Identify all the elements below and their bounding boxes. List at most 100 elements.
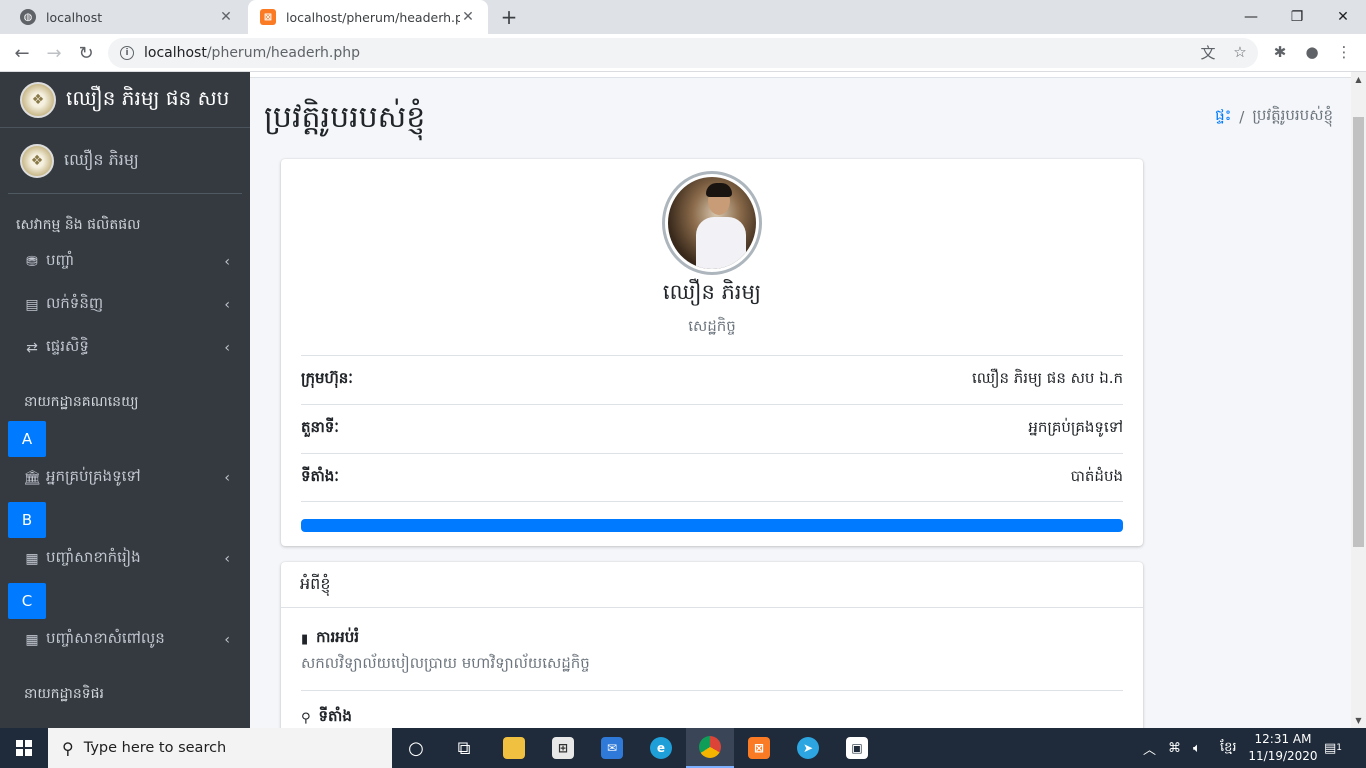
- user-name: ឈឿន ភិរម្យ: [64, 149, 139, 169]
- education-block: ▮ ការអប់រំ សកលវិទ្យាល័យបៀលប្រាយ មហាវិទ្យ…: [301, 608, 1123, 691]
- profile-card: ឈឿន ភិរម្យ សេដ្ឋកិច្ច ក្រុមហ៊ុនៈ ឈឿន ភិរ…: [281, 159, 1143, 546]
- content-wrapper: ប្រវត្តិរូបរបស់ខ្ញុំ ផ្ទះ / ប្រវត្តិរូបរ…: [250, 72, 1351, 728]
- profile-icon[interactable]: ●: [1300, 40, 1324, 64]
- breadcrumb: ផ្ទះ / ប្រវត្តិរូបរបស់ខ្ញុំ: [1215, 106, 1333, 128]
- nav-item-label: បញ្ចាំសាខាសំពៅលូន: [46, 629, 165, 647]
- back-button[interactable]: ←: [10, 41, 34, 65]
- windows-icon: [16, 740, 32, 756]
- globe-icon: ◍: [20, 9, 36, 25]
- chevron-left-icon: ‹: [224, 632, 230, 648]
- app-icon[interactable]: ▣: [833, 728, 881, 768]
- extensions-icon[interactable]: ✱: [1268, 40, 1292, 64]
- menu-icon[interactable]: ⋮: [1332, 40, 1356, 64]
- nav-item-general-manager[interactable]: 🏛 អ្នកគ្រប់គ្រងទូទៅ ‹: [0, 457, 250, 499]
- tray-chevron-icon[interactable]: ︿: [1143, 728, 1156, 768]
- forward-button[interactable]: →: [42, 41, 66, 65]
- education-title: ការអប់រំ: [316, 628, 360, 646]
- taskbar-search[interactable]: ⚲ Type here to search: [48, 728, 392, 768]
- minimize-button[interactable]: —: [1228, 0, 1274, 34]
- info-row-company: ក្រុមហ៊ុនៈ ឈឿន ភិរម្យ ផន សប ឯ.ក: [301, 355, 1123, 404]
- breadcrumb-home-link[interactable]: ផ្ទះ: [1215, 106, 1231, 128]
- close-icon[interactable]: ✕: [218, 9, 234, 25]
- store-icon: ▤: [25, 296, 39, 313]
- info-key: ទីតាំងៈ: [301, 466, 339, 485]
- nav-item-pawn[interactable]: ⛃ បញ្ចាំ ‹: [0, 240, 250, 283]
- info-row-location: ទីតាំងៈ បាត់ដំបង: [301, 453, 1123, 502]
- chevron-left-icon: ‹: [224, 551, 230, 567]
- store-app-icon[interactable]: ⊞: [539, 728, 587, 768]
- search-icon: ⚲: [62, 738, 74, 758]
- exchange-icon: ⇄: [26, 339, 38, 356]
- clock-date: 11/19/2020: [1248, 749, 1318, 763]
- mail-icon[interactable]: ✉: [588, 728, 636, 768]
- profile-info-list: ក្រុមហ៊ុនៈ ឈឿន ភិរម្យ ផន សប ឯ.ក តួនាទីៈ …: [301, 355, 1123, 502]
- new-tab-button[interactable]: +: [498, 6, 520, 28]
- info-value: អ្នកគ្រប់គ្រងទូទៅ: [1028, 418, 1123, 436]
- education-text: សកលវិទ្យាល័យបៀលប្រាយ មហាវិទ្យាល័យសេដ្ឋកិ…: [301, 654, 590, 672]
- close-icon[interactable]: ✕: [460, 9, 476, 25]
- address-bar[interactable]: i localhost/pherum/headerh.php: [108, 38, 1258, 68]
- browser-tabbar: ◍ localhost ✕ ⊠ localhost/pherum/headerh…: [0, 0, 1366, 34]
- user-panel[interactable]: ❖ ឈឿន ភិរម្យ: [8, 128, 242, 194]
- scroll-down-icon[interactable]: ▼: [1351, 713, 1366, 728]
- brand-link[interactable]: ❖ ឈឿន ភិរម្យ ផន សប: [0, 72, 250, 128]
- volume-icon[interactable]: 🔈︎: [1193, 728, 1201, 768]
- coins-icon: ⛃: [26, 253, 38, 270]
- reload-button[interactable]: ↻: [74, 41, 98, 65]
- nav-item-branch-kamrieng[interactable]: ▦ បញ្ចាំសាខាកំរៀង ‹: [0, 538, 250, 580]
- about-header: អំពីខ្ញុំ: [281, 562, 1143, 608]
- nav-header-accounting: នាយកដ្ឋានគណនេយ្យ: [24, 393, 139, 410]
- clock-time: 12:31 AM: [1254, 732, 1312, 746]
- cortana-icon[interactable]: ○: [392, 728, 440, 768]
- nav-item-transfer[interactable]: ⇄ ផ្ទេរសិទ្ធិ ‹: [0, 326, 250, 369]
- scroll-up-icon[interactable]: ▲: [1351, 72, 1366, 87]
- start-button[interactable]: [0, 728, 48, 768]
- xampp-app-icon[interactable]: ⊠: [735, 728, 783, 768]
- language-indicator[interactable]: ខ្មែរ: [1220, 728, 1237, 768]
- nav-item-label: ផ្ទេរសិទ្ធិ: [46, 336, 89, 355]
- nav-header-marketing: នាយកដ្ឋានទិផរ: [24, 685, 104, 702]
- brand-text: ឈឿន ភិរម្យ ផន សប: [66, 85, 230, 110]
- building-icon: ▦: [25, 551, 39, 567]
- tab-title: localhost/pherum/headerh.php: [286, 9, 460, 25]
- star-icon[interactable]: ☆: [1228, 40, 1252, 64]
- map-marker-icon: ⚲: [301, 710, 311, 726]
- browser-toolbar: ← → ↻ i localhost/pherum/headerh.php 文 ☆…: [0, 34, 1366, 72]
- page-scrollbar[interactable]: ▲ ▼: [1351, 72, 1366, 728]
- chevron-left-icon: ‹: [224, 470, 230, 486]
- letter-button-a[interactable]: A: [8, 421, 46, 457]
- building-icon: ▦: [25, 632, 39, 648]
- location-title: ទីតាំង: [318, 707, 352, 725]
- restore-button[interactable]: ❐: [1274, 0, 1320, 34]
- taskbar: ⚲ Type here to search ○ ⧉ ⊞ ✉ e ⊠ ➤ ▣ ︿ …: [0, 728, 1366, 768]
- info-icon[interactable]: i: [120, 46, 134, 60]
- user-avatar: ❖: [20, 143, 54, 178]
- browser-tab-localhost[interactable]: ◍ localhost ✕: [8, 0, 246, 34]
- scroll-thumb[interactable]: [1353, 117, 1364, 547]
- location-block: ⚲ ទីតាំង: [301, 691, 1123, 728]
- notification-icon[interactable]: ▤ 1: [1324, 728, 1342, 768]
- file-explorer-icon[interactable]: [490, 728, 538, 768]
- edge-icon[interactable]: e: [637, 728, 685, 768]
- close-window-button[interactable]: ✕: [1320, 0, 1366, 34]
- url-text: localhost/pherum/headerh.php: [144, 45, 360, 61]
- network-icon[interactable]: ⌘: [1168, 728, 1181, 768]
- letter-button-c[interactable]: C: [8, 583, 46, 619]
- chevron-left-icon: ‹: [224, 296, 230, 313]
- letter-button-b[interactable]: B: [8, 502, 46, 538]
- chrome-icon[interactable]: [686, 728, 734, 768]
- bank-icon: 🏛: [23, 470, 41, 486]
- telegram-icon[interactable]: ➤: [784, 728, 832, 768]
- profile-role: សេដ្ឋកិច្ច: [688, 317, 736, 335]
- profile-avatar: [662, 171, 762, 275]
- tab-title: localhost: [46, 9, 103, 25]
- sidebar: ❖ ឈឿន ភិរម្យ ផន សប ❖ ឈឿន ភិរម្យ សេវាកម្ម…: [0, 72, 250, 728]
- translate-icon[interactable]: 文: [1196, 40, 1220, 64]
- nav-item-sell[interactable]: ▤ លក់ទំនិញ ‹: [0, 283, 250, 326]
- nav-item-branch-sampov-loun[interactable]: ▦ បញ្ចាំសាខាសំពៅលូន ‹: [0, 619, 250, 661]
- info-key: ក្រុមហ៊ុនៈ: [301, 369, 353, 387]
- browser-tab-headerh[interactable]: ⊠ localhost/pherum/headerh.php ✕: [248, 0, 488, 34]
- breadcrumb-current: ប្រវត្តិរូបរបស់ខ្ញុំ: [1252, 106, 1333, 124]
- task-view-icon[interactable]: ⧉: [440, 728, 488, 768]
- system-clock[interactable]: 12:31 AM 11/19/2020: [1245, 731, 1321, 765]
